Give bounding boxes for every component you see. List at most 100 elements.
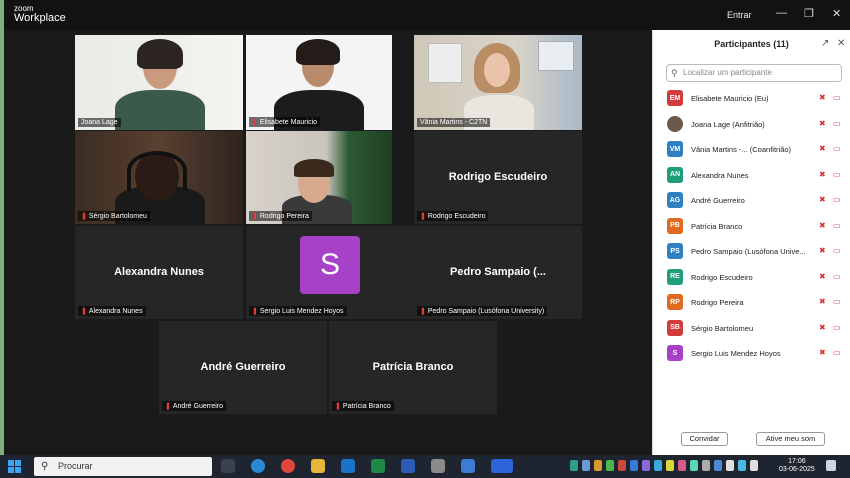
- minimize-icon[interactable]: —: [776, 7, 787, 19]
- video-tile-patricia-branco[interactable]: Patrícia Branco ❚ Patrícia Branco: [329, 321, 497, 414]
- mic-muted-icon[interactable]: ✖: [819, 119, 826, 128]
- tray-icon[interactable]: [630, 460, 638, 471]
- participant-name: Vânia Martins -... (Coanfitrião): [691, 145, 792, 154]
- participant-name-large: Patrícia Branco: [372, 360, 454, 373]
- video-off-icon[interactable]: ▭: [833, 119, 841, 128]
- video-tile-elisabete-mauricio[interactable]: ❚ Elisabete Mauricio: [246, 35, 392, 130]
- tray-icon[interactable]: [714, 460, 722, 471]
- mic-muted-icon[interactable]: ✖: [819, 246, 826, 255]
- tray-icon[interactable]: [642, 460, 650, 471]
- avatar: PS: [667, 243, 683, 259]
- avatar: RP: [667, 294, 683, 310]
- participant-row[interactable]: PS Pedro Sampaio (Lusófona Unive... ✖ ▭: [667, 240, 847, 260]
- volume-icon[interactable]: [750, 460, 758, 471]
- video-tile-joana-lage[interactable]: Joana Lage: [75, 35, 243, 130]
- sign-in-link[interactable]: Entrar: [727, 10, 752, 20]
- avatar: EM: [667, 90, 683, 106]
- maximize-icon[interactable]: ❐: [804, 7, 814, 20]
- video-tile-rodrigo-escudeiro[interactable]: Rodrigo Escudeiro ❚ Rodrigo Escudeiro: [414, 131, 582, 224]
- video-off-icon[interactable]: ▭: [833, 297, 841, 306]
- mic-muted-icon[interactable]: ✖: [819, 195, 826, 204]
- zoom-taskbar-icon[interactable]: [491, 459, 513, 473]
- taskbar-search[interactable]: ⚲ Procurar: [34, 457, 212, 476]
- participant-row[interactable]: VM Vânia Martins -... (Coanfitrião) ✖ ▭: [667, 138, 847, 158]
- video-off-icon[interactable]: ▭: [833, 246, 841, 255]
- clock[interactable]: 17:06 03-06-2025: [779, 458, 815, 474]
- tile-name: ❚ Rodrigo Pereira: [249, 211, 312, 221]
- video-off-icon[interactable]: ▭: [833, 221, 841, 230]
- edge-icon[interactable]: [251, 459, 265, 473]
- tray-icon[interactable]: [582, 460, 590, 471]
- mic-muted-icon[interactable]: ✖: [819, 272, 826, 281]
- app-icon[interactable]: [431, 459, 445, 473]
- close-panel-icon[interactable]: ✕: [837, 38, 845, 49]
- outlook-icon[interactable]: [341, 459, 355, 473]
- unmute-button[interactable]: Ative meu som: [756, 432, 825, 446]
- participant-name: Rodrigo Pereira: [691, 298, 744, 307]
- tile-name: ❚ Pedro Sampaio (Lusófona University): [417, 306, 548, 316]
- popout-icon[interactable]: ↗: [821, 38, 829, 49]
- participant-row[interactable]: PB Patrícia Branco ✖ ▭: [667, 215, 847, 235]
- tray-icon[interactable]: [654, 460, 662, 471]
- close-icon[interactable]: ✕: [832, 7, 841, 20]
- notifications-icon[interactable]: [826, 460, 836, 471]
- excel-icon[interactable]: [371, 459, 385, 473]
- video-off-icon[interactable]: ▭: [833, 348, 841, 357]
- video-off-icon[interactable]: ▭: [833, 323, 841, 332]
- video-tile-sergio-mendez[interactable]: S ❚ Sergio Luis Mendez Hoyos: [246, 226, 414, 319]
- participant-row[interactable]: EM Elisabete Mauricio (Eu) ✖ ▭: [667, 87, 847, 107]
- wifi-icon[interactable]: [738, 460, 746, 471]
- task-view-icon[interactable]: [221, 459, 235, 473]
- mic-muted-icon: ❚: [81, 308, 87, 315]
- mic-muted-icon[interactable]: ✖: [819, 93, 826, 102]
- video-tile-vania-martins[interactable]: Vânia Martins - C2TN: [414, 35, 582, 130]
- video-tile-rodrigo-pereira[interactable]: ❚ Rodrigo Pereira: [246, 131, 392, 224]
- mic-muted-icon[interactable]: ✖: [819, 144, 826, 153]
- title-bar: zoom Workplace Entrar — ❐ ✕: [4, 0, 850, 30]
- mic-muted-icon: ❚: [335, 403, 341, 410]
- invite-button[interactable]: Convidar: [681, 432, 728, 446]
- tile-name: ❚ Elisabete Mauricio: [249, 117, 321, 127]
- file-explorer-icon[interactable]: [311, 459, 325, 473]
- video-off-icon[interactable]: ▭: [833, 272, 841, 281]
- mic-muted-icon[interactable]: ✖: [819, 348, 826, 357]
- mic-muted-icon[interactable]: ✖: [819, 297, 826, 306]
- mic-muted-icon[interactable]: ✖: [819, 170, 826, 179]
- participant-search-input[interactable]: ⚲ Localizar um participante: [666, 64, 842, 82]
- participant-row[interactable]: AG André Guerreiro ✖ ▭: [667, 189, 847, 209]
- participant-row[interactable]: RE Rodrigo Escudeiro ✖ ▭: [667, 266, 847, 286]
- participant-row[interactable]: SB Sérgio Bartolomeu ✖ ▭: [667, 317, 847, 337]
- tray-icon[interactable]: [726, 460, 734, 471]
- tray-icon[interactable]: [618, 460, 626, 471]
- video-tile-sergio-bartolomeu[interactable]: ❚ Sérgio Bartolomeu: [75, 131, 243, 224]
- participant-name-large: Rodrigo Escudeiro: [448, 170, 548, 183]
- video-off-icon[interactable]: ▭: [833, 170, 841, 179]
- tray-icon[interactable]: [666, 460, 674, 471]
- participant-row[interactable]: S Sergio Luis Mendez Hoyos ✖ ▭: [667, 342, 847, 362]
- windows-start-icon[interactable]: [8, 460, 21, 473]
- video-off-icon[interactable]: ▭: [833, 93, 841, 102]
- participant-name: Joana Lage (Anfitrião): [691, 119, 765, 129]
- video-tile-pedro-sampaio[interactable]: Pedro Sampaio (... ❚ Pedro Sampaio (Lusóf…: [414, 226, 582, 319]
- tray-icon[interactable]: [690, 460, 698, 471]
- video-off-icon[interactable]: ▭: [833, 195, 841, 204]
- participant-name-large: Pedro Sampaio (...: [450, 265, 546, 278]
- participant-row[interactable]: Joana Lage (Anfitrião) ✖ ▭: [667, 113, 847, 133]
- mic-muted-icon[interactable]: ✖: [819, 221, 826, 230]
- mic-muted-icon[interactable]: ✖: [819, 323, 826, 332]
- tray-icon[interactable]: [606, 460, 614, 471]
- participant-name: André Guerreiro: [691, 196, 745, 205]
- video-tile-alexandra-nunes[interactable]: Alexandra Nunes ❚ Alexandra Nunes: [75, 226, 243, 319]
- tray-icon[interactable]: [594, 460, 602, 471]
- chrome-icon[interactable]: [281, 459, 295, 473]
- participant-row[interactable]: AN Alexandra Nunes ✖ ▭: [667, 164, 847, 184]
- video-tile-andre-guerreiro[interactable]: André Guerreiro ❚ André Guerreiro: [159, 321, 327, 414]
- word-icon[interactable]: [401, 459, 415, 473]
- tray-icon[interactable]: [678, 460, 686, 471]
- app-icon[interactable]: [461, 459, 475, 473]
- video-off-icon[interactable]: ▭: [833, 144, 841, 153]
- participant-row[interactable]: RP Rodrigo Pereira ✖ ▭: [667, 291, 847, 311]
- tray-icon[interactable]: [702, 460, 710, 471]
- tray-icon[interactable]: [570, 460, 578, 471]
- tile-name: ❚ Alexandra Nunes: [78, 306, 146, 316]
